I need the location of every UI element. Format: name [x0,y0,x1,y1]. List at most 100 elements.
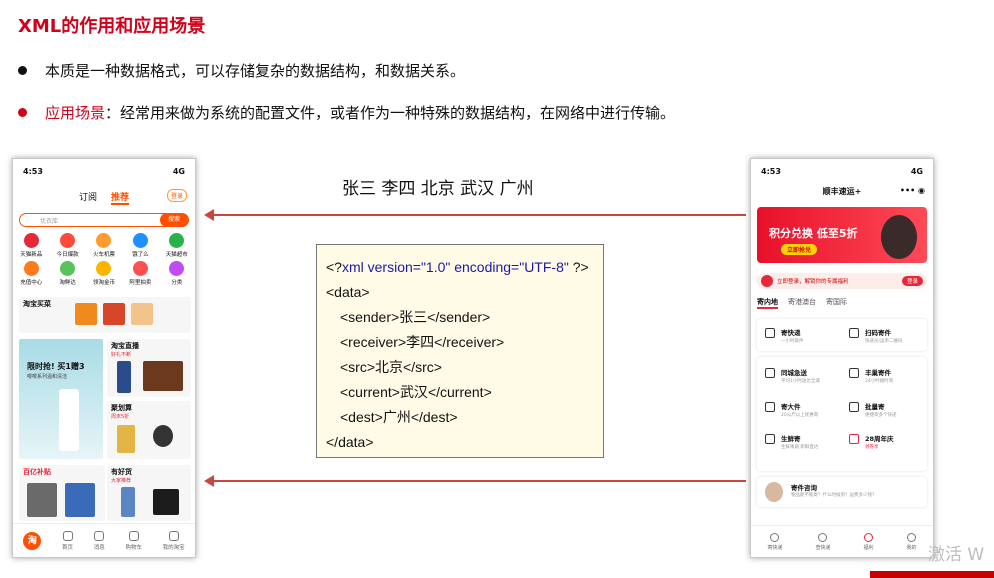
bullet-essence: 本质是一种数据格式，可以存储复杂的数据结构，和数据关系。 [18,60,465,81]
category-item[interactable]: 今日爆款 [49,233,85,258]
category-icon [96,233,112,248]
xml-token: xml version="1.0" encoding="UTF-8" [341,259,573,275]
nav-item-mine[interactable]: 我的 [906,532,917,551]
tab-recommend[interactable]: 推荐 [111,190,130,205]
product-image [65,483,95,517]
category-icon [169,233,185,248]
category-item[interactable]: 火车机票 [86,233,122,258]
user-icon [906,532,916,542]
billion-subsidy-card[interactable]: 百亿补贴 [19,465,105,521]
xml-value: 李四 [406,334,435,350]
xml-current-line: <current>武汉</current> [326,380,603,405]
taobao-phone-screenshot: 4:53 4G 订阅 推荐 登录 优衣库 搜索 天猫新品 今日爆款 火车机票 饿了么天… [12,158,196,558]
nav-label: 福利 [863,544,874,551]
card-subtitle: 大家推荐 [111,478,132,484]
service-large-item[interactable]: 寄大件 20公斤以上优惠寄 [765,401,818,418]
youhaohuo-card[interactable]: 有好货 大家推荐 [107,465,191,521]
category-label: 天猫超市 [165,252,188,258]
service-fresh[interactable]: 生鲜寄 生鲜果蔬 新鲜直达 [765,433,818,450]
service-title: 生鲜寄 [781,435,801,443]
scan-icon [849,328,859,338]
status-signal: 4G [910,167,923,176]
nav-item-home[interactable]: 首页 [62,530,73,551]
promo-subtitle: 嘤嘤系列温和清洁 [27,374,68,380]
xml-token: </data> [326,434,374,450]
category-item[interactable]: 充值中心 [13,261,49,286]
service-title: 寄快递 [781,329,801,337]
category-icon [132,233,148,248]
category-item[interactable]: 领淘金币 [86,261,122,286]
category-label: 天猫新品 [20,252,43,258]
banner-button[interactable]: 立即抢兑 [781,244,818,255]
bullet-scenario-text: ：经常用来做为系统的配置文件，或者作为一种特殊的数据结构，在网络中进行传输。 [105,104,676,122]
services-card: 同城急送 平均1小时送达全城 丰巢寄件 24小时随时寄 寄大件 20公斤以上优惠寄 批… [757,357,927,471]
xml-token: </src> [403,359,442,375]
category-item[interactable]: 天猫超市 [159,233,195,258]
status-time: 4:53 [23,167,43,176]
consult-card[interactable]: 寄件咨询 物品能不能寄？什么时候到？运费多少钱？ [757,477,927,507]
category-label: 饿了么 [132,252,149,258]
tab-hk-macau-tw[interactable]: 寄港澳台 [788,297,816,309]
category-item[interactable]: 阿里拍卖 [122,261,158,286]
login-button[interactable]: 登录 [166,189,187,202]
service-scan-ship[interactable]: 扫码寄件 快递员/运单二维码 [849,327,903,344]
points-banner[interactable]: 积分兑换 低至5折 立即抢兑 [757,207,927,263]
more-icon[interactable]: ••• ◉ [900,186,925,195]
tab-subscribe[interactable]: 订阅 [79,190,97,205]
service-title: 同城急送 [781,369,807,377]
service-same-city[interactable]: 同城急送 平均1小时送达全城 [765,367,820,384]
taobao-live-card[interactable]: 淘宝直播 好礼不断 [107,339,191,397]
nav-item-cart[interactable]: 购物车 [125,530,142,551]
home-icon [62,530,73,541]
service-send-express[interactable]: 寄快递 一小时取件 [765,327,804,344]
nav-item-send[interactable]: 寄快递 [767,532,783,551]
service-hive-box[interactable]: 丰巢寄件 24小时随时寄 [849,367,893,384]
consult-subtitle: 物品能不能寄？什么时候到？运费多少钱？ [791,493,877,498]
service-subtitle: 领券享 [865,445,879,450]
service-subtitle: 20公斤以上优惠寄 [781,413,819,418]
category-icon [23,261,39,276]
product-image [59,389,79,451]
banner-text: 积分兑换 低至5折 [769,227,858,240]
nav-item-track[interactable]: 查快递 [815,532,831,551]
search-bar[interactable]: 优衣库 搜索 [19,212,189,227]
nav-label: 寄快递 [767,544,783,551]
taobao-home-icon[interactable]: 淘 [23,531,42,550]
service-title: 丰巢寄件 [865,369,891,377]
taobao-maicai-card[interactable]: 淘宝买菜 [19,297,191,333]
category-item[interactable]: 天猫新品 [13,233,49,258]
category-item[interactable]: 淘鲜达 [49,261,85,286]
nav-item-welfare[interactable]: 福利 [863,532,874,551]
status-bar: 4:53 4G [751,159,933,176]
login-strip[interactable]: 立即登录，解锁你的专属福利 登录 [757,273,927,289]
box-icon [765,402,775,412]
search-placeholder: 优衣库 [40,217,59,225]
mascot-icon [881,215,917,259]
category-item[interactable]: 分类 [159,261,195,286]
nav-item-messages[interactable]: 消息 [94,530,105,551]
service-batch[interactable]: 批量寄 便捷寄多个快递 [849,401,897,418]
nav-label: 我的 [906,544,917,551]
gift-icon [863,532,873,542]
nav-item-mine[interactable]: 我的淘宝 [163,530,185,551]
product-image [153,489,179,515]
agent-avatar [765,482,783,502]
xml-src-line: <src>北京</src> [326,355,603,380]
service-subtitle: 快递员/运单二维码 [865,339,903,344]
service-anniversary[interactable]: 28周年庆 领券享 [849,433,894,450]
search-button[interactable]: 搜索 [160,212,188,227]
tab-international[interactable]: 寄国际 [826,297,847,309]
tab-domestic[interactable]: 寄内地 [757,297,778,309]
corner-bar [870,571,994,578]
xml-token: <dest> [340,409,383,425]
bullet-essence-text: 本质是一种数据格式，可以存储复杂的数据结构，和数据关系。 [45,62,466,80]
category-item[interactable]: 饿了么 [122,233,158,258]
xml-token: <sender> [340,309,400,325]
arrow-to-left-bottom [204,475,746,487]
promo-banner[interactable]: 限时抢! 买1赠3 嘤嘤系列温和清洁 [19,339,103,459]
login-button[interactable]: 登录 [901,276,923,286]
promo-title: 限时抢! 买1赠3 [27,362,85,371]
juhuasuan-card[interactable]: 聚划算 周末5折 [107,401,191,459]
xml-token: <src> [340,359,376,375]
product-image [131,303,153,325]
